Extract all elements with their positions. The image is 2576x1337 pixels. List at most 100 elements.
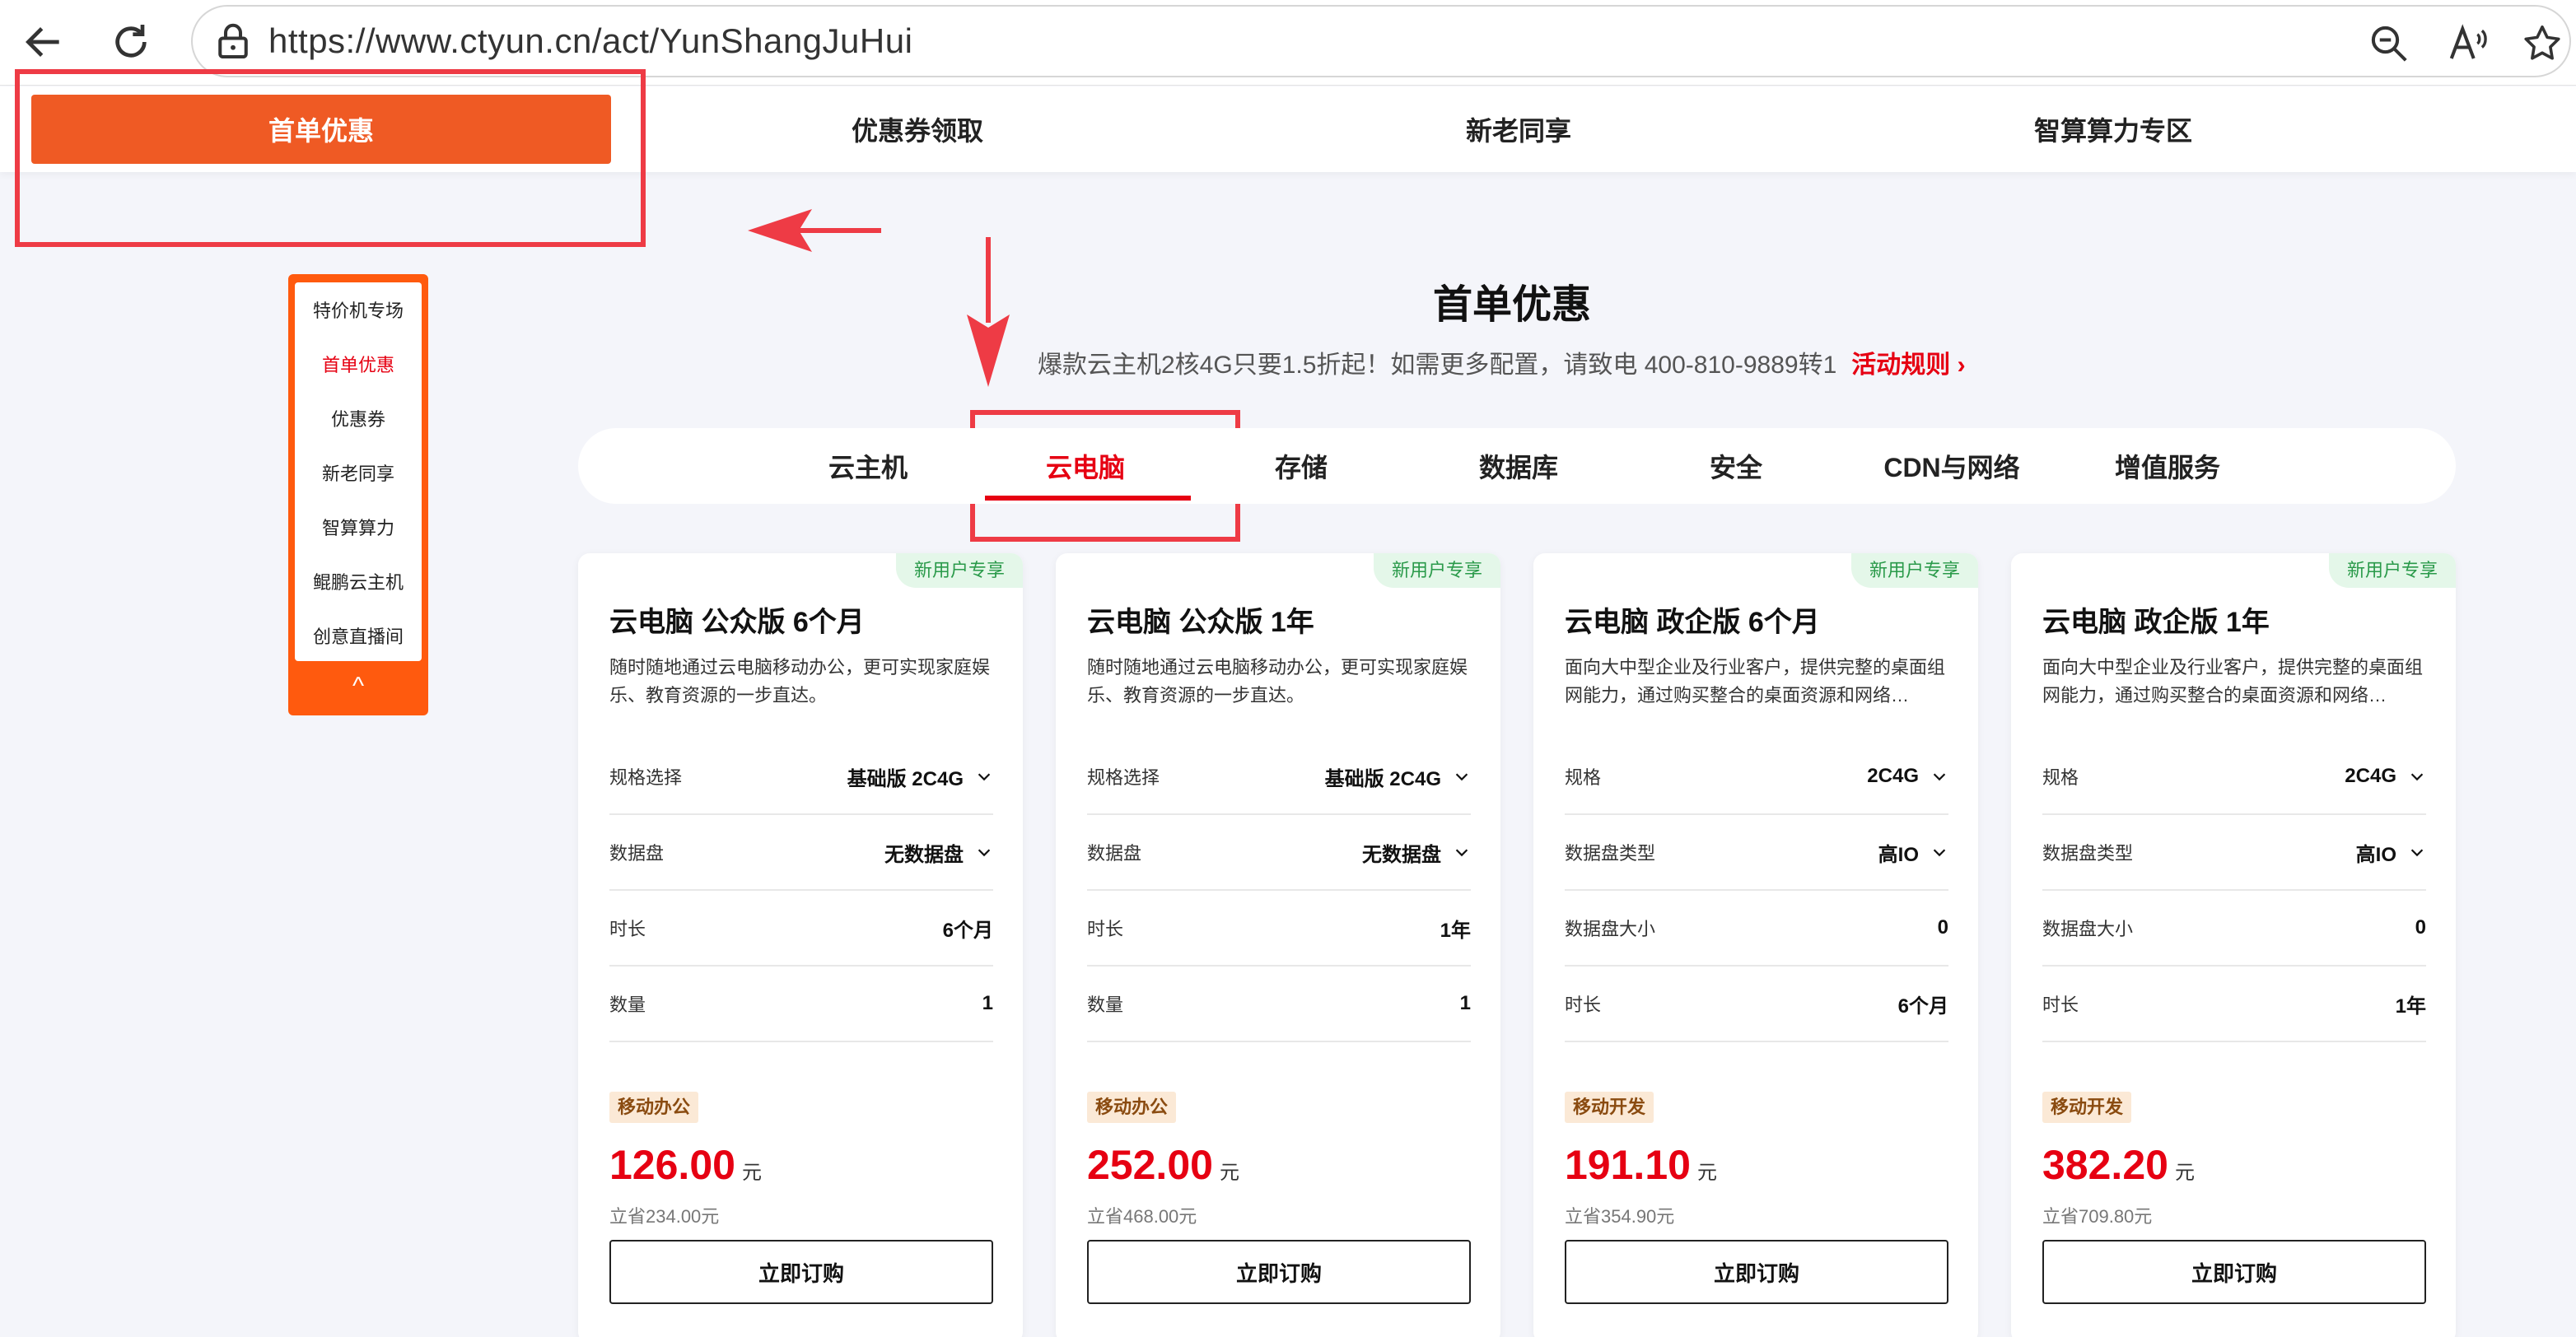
side-item-kunpeng[interactable]: 鲲鹏云主机 — [295, 554, 422, 608]
price-unit: 元 — [1219, 1162, 1239, 1184]
active-tab-underline — [985, 496, 1191, 501]
spec-row-disk-size: 数据盘大小 0 — [1565, 891, 1948, 967]
chevron-down-icon — [1933, 849, 1946, 857]
tab-cloud-pc[interactable]: 云电脑 — [1003, 428, 1168, 504]
price-unit: 元 — [1696, 1162, 1717, 1184]
new-user-badge: 新用户专享 — [1850, 553, 1978, 588]
spec-row-spec[interactable]: 规格 2C4G — [2042, 739, 2426, 815]
order-now-button[interactable]: 立即订购 — [2042, 1240, 2426, 1304]
saving-text: 立省234.00元 — [609, 1206, 720, 1227]
tab-value-added[interactable]: 增值服务 — [2085, 428, 2250, 504]
side-nav-list: 特价机专场 首单优惠 优惠券 新老同享 智算算力 鲲鹏云主机 创意直播间 — [295, 282, 422, 661]
side-floating-nav: 特价机专场 首单优惠 优惠券 新老同享 智算算力 鲲鹏云主机 创意直播间 ^ — [288, 274, 428, 715]
card-title: 云电脑 政企版 1年 — [2042, 607, 2270, 638]
side-item-live-room[interactable]: 创意直播间 — [295, 608, 422, 663]
tab-security[interactable]: 安全 — [1654, 428, 1818, 504]
price-amount: 126.00 — [609, 1142, 735, 1188]
tab-storage[interactable]: 存储 — [1219, 428, 1384, 504]
spec-row-spec[interactable]: 规格 2C4G — [1565, 739, 1948, 815]
reload-icon — [115, 25, 147, 58]
top-tab-coupons[interactable]: 优惠券领取 — [769, 95, 1066, 164]
scroll-top-chevron-icon[interactable]: ^ — [288, 666, 428, 707]
spec-label: 规格 — [2042, 767, 2079, 788]
spec-dropdown[interactable]: 高IO — [1878, 838, 1948, 867]
spec-dropdown[interactable]: 高IO — [2356, 838, 2426, 867]
new-user-badge: 新用户专享 — [2328, 553, 2456, 588]
spec-row-spec[interactable]: 规格选择 基础版 2C4G — [609, 739, 993, 815]
spec-dropdown[interactable]: 基础版 2C4G — [1325, 762, 1471, 791]
spec-label: 时长 — [1565, 995, 1602, 1015]
card-title: 云电脑 政企版 6个月 — [1565, 607, 1820, 638]
top-tab-shared[interactable]: 新老同享 — [1370, 95, 1667, 164]
lock-icon[interactable] — [211, 20, 255, 64]
spec-value: 6个月 — [1897, 995, 1948, 1018]
top-tab-ai-compute[interactable]: 智算算力专区 — [1965, 95, 2261, 164]
spec-row-disk-type[interactable]: 数据盘类型 高IO — [2042, 815, 2426, 891]
back-button[interactable] — [15, 13, 72, 71]
favorite-star-icon[interactable] — [2520, 21, 2564, 66]
spec-dropdown[interactable]: 2C4G — [2345, 765, 2426, 788]
order-now-button[interactable]: 立即订购 — [1087, 1240, 1471, 1304]
side-item-special-price[interactable]: 特价机专场 — [295, 282, 422, 337]
tab-cdn-network[interactable]: CDN与网络 — [1869, 428, 2034, 504]
price-amount: 252.00 — [1087, 1142, 1213, 1188]
spec-row-spec[interactable]: 规格选择 基础版 2C4G — [1087, 739, 1471, 815]
spec-row-disk[interactable]: 数据盘 无数据盘 — [1087, 815, 1471, 891]
spec-row-disk[interactable]: 数据盘 无数据盘 — [609, 815, 993, 891]
url-text[interactable]: https://www.ctyun.cn/act/YunShangJuHui — [268, 21, 912, 61]
spec-row-duration: 时长 6个月 — [609, 891, 993, 967]
spec-label: 数据盘大小 — [2042, 919, 2134, 939]
spec-value: 1 — [1459, 992, 1471, 1014]
usage-tag: 移动开发 — [1565, 1092, 1654, 1123]
price-amount: 382.20 — [2042, 1142, 2168, 1188]
product-card: 新用户专享 云电脑 公众版 1年 随时随地通过云电脑移动办公，更可实现家庭娱乐、… — [1056, 553, 1500, 1337]
order-now-button[interactable]: 立即订购 — [609, 1240, 993, 1304]
spec-dropdown[interactable]: 基础版 2C4G — [847, 762, 993, 791]
tab-database[interactable]: 数据库 — [1436, 428, 1601, 504]
spec-row-disk-type[interactable]: 数据盘类型 高IO — [1565, 815, 1948, 891]
usage-tag: 移动办公 — [609, 1092, 699, 1123]
card-title: 云电脑 公众版 1年 — [1087, 607, 1314, 638]
spec-dropdown[interactable]: 无数据盘 — [1362, 838, 1471, 867]
read-aloud-icon[interactable] — [2446, 21, 2490, 66]
side-item-first-order[interactable]: 首单优惠 — [295, 337, 422, 391]
spec-dropdown[interactable]: 无数据盘 — [884, 838, 993, 867]
spec-value: 1 — [982, 992, 993, 1014]
spec-label: 规格 — [1565, 767, 1602, 788]
card-description: 随时随地通过云电脑移动办公，更可实现家庭娱乐、教育资源的一步直达。 — [1087, 657, 1468, 706]
chevron-down-icon — [978, 849, 991, 857]
side-item-shared[interactable]: 新老同享 — [295, 445, 422, 500]
price: 126.00 元 — [609, 1141, 762, 1189]
spec-label: 数量 — [609, 995, 646, 1015]
activity-rules-link[interactable]: 活动规则 › — [1851, 352, 1965, 379]
zoom-out-icon[interactable] — [2367, 21, 2411, 66]
reload-button[interactable] — [102, 13, 160, 71]
spec-value: 1年 — [2395, 995, 2426, 1018]
spec-row-duration: 时长 1年 — [1087, 891, 1471, 967]
new-user-badge: 新用户专享 — [895, 553, 1023, 588]
card-description: 面向大中型企业及行业客户，提供完整的桌面组网能力，通过购买整合的桌面资源和网络… — [2042, 657, 2424, 706]
card-description: 随时随地通过云电脑移动办公，更可实现家庭娱乐、教育资源的一步直达。 — [609, 657, 991, 706]
spec-label: 时长 — [2042, 995, 2079, 1015]
tab-cloud-host[interactable]: 云主机 — [786, 428, 950, 504]
order-now-button[interactable]: 立即订购 — [1565, 1240, 1948, 1304]
spec-value: 0 — [1937, 916, 1948, 939]
side-item-ai-compute[interactable]: 智算算力 — [295, 500, 422, 554]
saving-text: 立省709.80元 — [2042, 1206, 2153, 1227]
chevron-down-icon — [2410, 849, 2424, 857]
product-card: 新用户专享 云电脑 政企版 6个月 面向大中型企业及行业客户，提供完整的桌面组网… — [1533, 553, 1978, 1337]
spec-row-quantity: 数量 1 — [1087, 967, 1471, 1042]
product-category-tabs: 云主机 云电脑 存储 数据库 安全 CDN与网络 增值服务 — [578, 428, 2456, 504]
spec-label: 规格选择 — [609, 767, 683, 788]
price: 191.10 元 — [1565, 1141, 1717, 1189]
saving-text: 立省468.00元 — [1087, 1206, 1197, 1227]
spec-value: 1年 — [1440, 919, 1471, 942]
spec-dropdown[interactable]: 2C4G — [1867, 765, 1948, 788]
annotation-arrow-down-icon — [967, 237, 1010, 387]
product-card: 新用户专享 云电脑 公众版 6个月 随时随地通过云电脑移动办公，更可实现家庭娱乐… — [578, 553, 1023, 1337]
spec-label: 数据盘类型 — [1565, 843, 1656, 864]
address-bar[interactable]: https://www.ctyun.cn/act/YunShangJuHui — [191, 5, 2571, 77]
price-amount: 191.10 — [1565, 1142, 1691, 1188]
side-item-coupons[interactable]: 优惠券 — [295, 391, 422, 445]
price: 252.00 元 — [1087, 1141, 1239, 1189]
